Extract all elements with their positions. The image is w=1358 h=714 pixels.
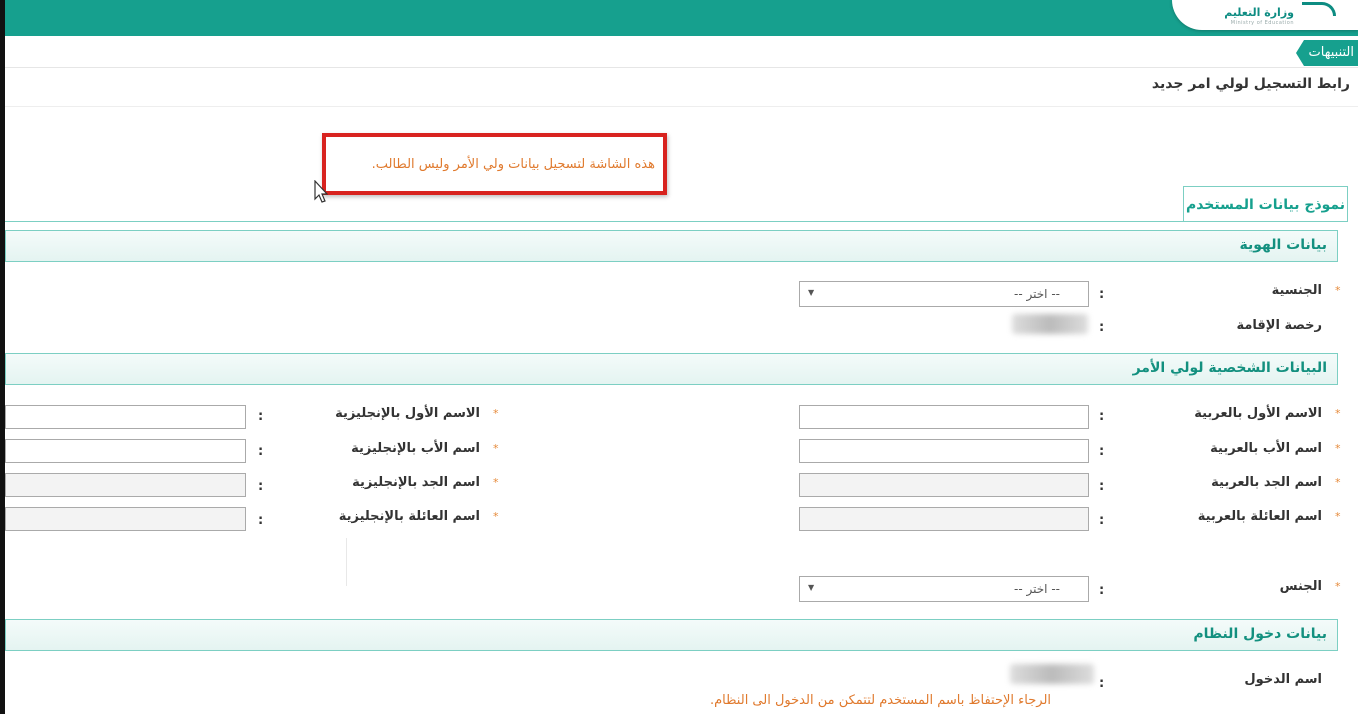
colon: : bbox=[1099, 676, 1105, 691]
title-divider bbox=[5, 106, 1358, 107]
section-identity-title: بيانات الهوية bbox=[1239, 237, 1327, 253]
colon: : bbox=[1099, 583, 1105, 598]
required-mark: * bbox=[1335, 407, 1341, 420]
required-mark: * bbox=[1335, 580, 1341, 593]
grandfather-name-ar-input[interactable] bbox=[799, 473, 1089, 497]
required-mark: * bbox=[1335, 284, 1341, 297]
notifications-bar: التنبيهات bbox=[5, 36, 1358, 68]
section-personal-title: البيانات الشخصية لولي الأمر bbox=[1132, 360, 1327, 376]
father-name-ar-input[interactable] bbox=[799, 439, 1089, 463]
colon: : bbox=[258, 479, 264, 494]
colon: : bbox=[258, 409, 264, 424]
top-bar: وزارة التعليم Ministry of Education bbox=[5, 0, 1358, 36]
family-name-en-label: اسم العائلة بالإنجليزية bbox=[338, 509, 480, 524]
first-name-en-input[interactable] bbox=[5, 405, 246, 429]
colon: : bbox=[1099, 409, 1105, 424]
section-personal-header: البيانات الشخصية لولي الأمر bbox=[5, 353, 1338, 385]
required-mark: * bbox=[493, 510, 499, 523]
required-mark: * bbox=[1335, 510, 1341, 523]
nationality-select-value: -- اختر -- bbox=[1014, 287, 1060, 301]
grandfather-name-ar-label: اسم الجد بالعربية bbox=[1211, 475, 1322, 490]
grandfather-name-en-label: اسم الجد بالإنجليزية bbox=[352, 475, 480, 490]
nationality-select[interactable]: -- اختر -- ▼ bbox=[799, 281, 1089, 307]
family-name-en-input[interactable] bbox=[5, 507, 246, 531]
first-name-ar-label: الاسم الأول بالعربية bbox=[1194, 406, 1322, 421]
page-title: رابط التسجيل لولي امر جديد bbox=[1151, 76, 1350, 92]
first-name-ar-input[interactable] bbox=[799, 405, 1089, 429]
ministry-logo: وزارة التعليم Ministry of Education bbox=[1172, 0, 1358, 30]
section-login-header: بيانات دخول النظام bbox=[5, 619, 1338, 651]
required-mark: * bbox=[1335, 476, 1341, 489]
alert-message: هذه الشاشة لتسجيل بيانات ولي الأمر وليس … bbox=[371, 157, 655, 172]
username-label: اسم الدخول bbox=[1244, 672, 1322, 687]
residence-value-blurred bbox=[1012, 314, 1088, 334]
required-mark: * bbox=[1335, 442, 1341, 455]
colon: : bbox=[1099, 513, 1105, 528]
colon: : bbox=[1099, 444, 1105, 459]
chevron-down-icon: ▼ bbox=[808, 288, 815, 297]
section-login-title: بيانات دخول النظام bbox=[1193, 626, 1327, 642]
username-value-blurred bbox=[1010, 664, 1094, 684]
alert-highlight-box: هذه الشاشة لتسجيل بيانات ولي الأمر وليس … bbox=[322, 133, 667, 195]
residence-label: رخصة الإقامة bbox=[1236, 318, 1322, 333]
chevron-down-icon: ▼ bbox=[808, 583, 815, 592]
family-name-ar-input[interactable] bbox=[799, 507, 1089, 531]
colon: : bbox=[1099, 320, 1105, 335]
colon: : bbox=[1099, 479, 1105, 494]
required-mark: * bbox=[493, 442, 499, 455]
father-name-en-label: اسم الأب بالإنجليزية bbox=[351, 441, 480, 456]
nationality-label: الجنسية bbox=[1271, 283, 1322, 298]
first-name-en-label: الاسم الأول بالإنجليزية bbox=[335, 406, 480, 421]
father-name-en-input[interactable] bbox=[5, 439, 246, 463]
mouse-cursor-icon bbox=[314, 180, 329, 203]
section-identity-header: بيانات الهوية bbox=[5, 230, 1338, 262]
colon: : bbox=[1099, 287, 1105, 302]
grandfather-name-en-input[interactable] bbox=[5, 473, 246, 497]
logo-title: وزارة التعليم bbox=[1224, 6, 1294, 19]
gender-select-value: -- اختر -- bbox=[1014, 582, 1060, 596]
tab-user-data-form[interactable]: نموذج بيانات المستخدم bbox=[1183, 186, 1348, 222]
required-mark: * bbox=[493, 476, 499, 489]
required-mark: * bbox=[493, 407, 499, 420]
colon: : bbox=[258, 444, 264, 459]
gender-label: الجنس bbox=[1279, 579, 1322, 594]
logo-subtitle: Ministry of Education bbox=[1230, 20, 1294, 26]
gender-select[interactable]: -- اختر -- ▼ bbox=[799, 576, 1089, 602]
family-name-ar-label: اسم العائلة بالعربية bbox=[1197, 509, 1322, 524]
colon: : bbox=[258, 513, 264, 528]
username-hint: الرجاء الإحتفاظ باسم المستخدم لتتمكن من … bbox=[710, 693, 1052, 708]
logo-mark-icon bbox=[1302, 2, 1336, 16]
father-name-ar-label: اسم الأب بالعربية bbox=[1210, 441, 1322, 456]
notifications-tab[interactable]: التنبيهات bbox=[1296, 40, 1358, 66]
column-divider bbox=[346, 538, 347, 586]
